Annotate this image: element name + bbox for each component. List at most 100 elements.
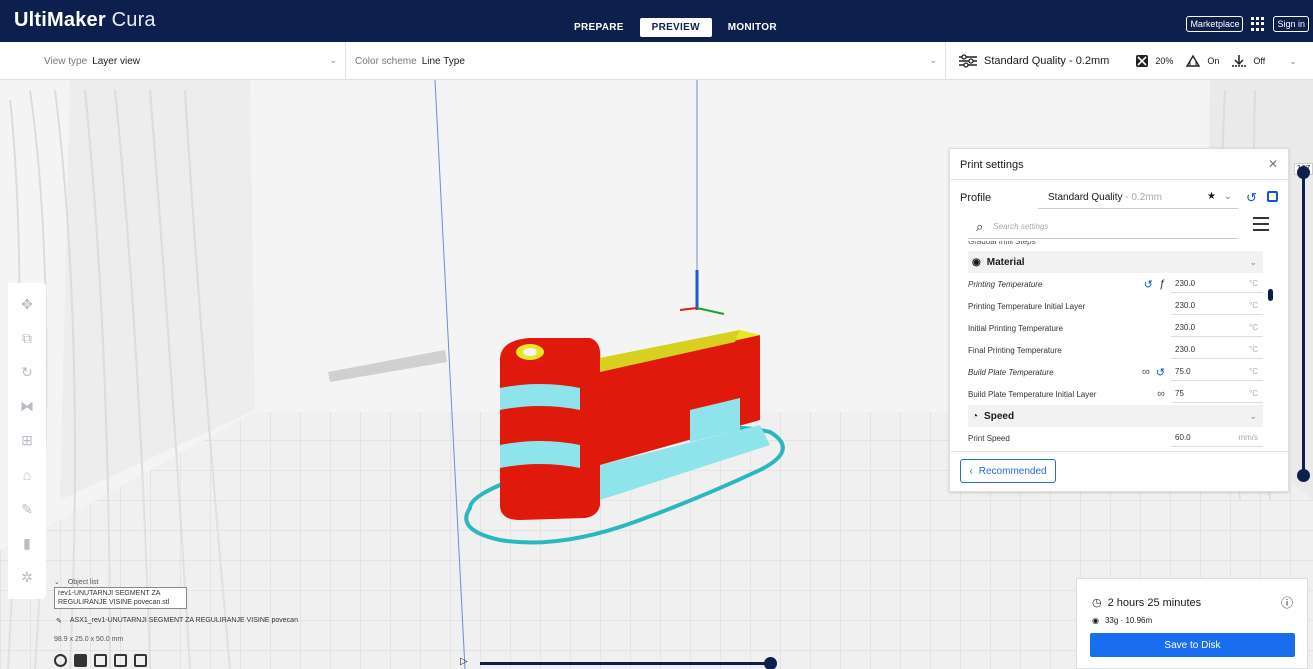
chevron-left-icon: ‹	[969, 465, 973, 477]
layer-slider-track[interactable]	[1302, 172, 1305, 476]
support-blocker-icon[interactable]: ⌂	[18, 466, 36, 484]
chevron-down-icon: ⌄	[1249, 410, 1257, 421]
apps-grid-icon[interactable]	[1251, 17, 1265, 31]
object-list-item[interactable]: rev1-UNUTARNJI SEGMENT ZA REGULIRANJE VI…	[54, 587, 187, 609]
tab-preview[interactable]: PREVIEW	[639, 18, 712, 37]
print-setup-selector[interactable]: Standard Quality - 0.2mm 20% On Off ⌄	[958, 42, 1297, 80]
clock-icon: ◷	[1092, 597, 1102, 609]
app-logo: UltiMaker Cura	[14, 9, 156, 31]
sign-in-button[interactable]: Sign in	[1273, 16, 1309, 32]
settings-menu-icon[interactable]	[1253, 217, 1269, 235]
extruder-icon[interactable]: ✲	[18, 569, 36, 587]
reset-icon[interactable]: ↺	[1156, 366, 1165, 379]
paint-icon[interactable]: ✎	[18, 500, 36, 518]
link-icon[interactable]: ∞	[1142, 366, 1150, 378]
save-profile-icon[interactable]	[1267, 191, 1278, 202]
path-slider-handle[interactable]	[764, 657, 777, 669]
view-top-icon[interactable]	[94, 654, 107, 667]
close-icon[interactable]: ✕	[1268, 157, 1278, 171]
profile-label: Profile	[960, 192, 992, 204]
output-panel: ◷ 2 hours 25 minutes ⓘ ◉ 33g · 10.96m Sa…	[1076, 578, 1308, 669]
link-icon[interactable]: ∞	[1157, 388, 1165, 400]
setting-value-input[interactable]: 75.0 °C	[1171, 363, 1263, 381]
object-name-row: ✎ ASX1_rev1-UNUTARNJI SEGMENT ZA REGULIR…	[56, 617, 298, 625]
quality-label: Standard Quality - 0.2mm	[984, 55, 1110, 67]
play-icon[interactable]: ▷	[460, 656, 468, 667]
chevron-down-icon: ⌄	[54, 579, 60, 586]
setting-value-input[interactable]: 75 °C	[1171, 385, 1263, 403]
recommended-button[interactable]: ‹ Recommended	[960, 459, 1056, 483]
adhesion-icon	[1232, 55, 1247, 67]
stage-tabs: PREPARE PREVIEW MONITOR	[558, 18, 793, 37]
setting-row: Printing Temperature Initial Layer 230.0…	[968, 295, 1263, 317]
search-icon: ⌕	[976, 218, 984, 234]
setting-value-input[interactable]: 230.0 °C	[1171, 275, 1263, 293]
setting-row: Build Plate Temperature ∞ ↺ 75.0 °C	[968, 361, 1263, 383]
category-material[interactable]: ◉ Material ⌄	[968, 251, 1263, 273]
chevron-down-icon: ⌄	[1249, 256, 1257, 267]
setting-value-input[interactable]: 60.0 mm/s	[1171, 429, 1263, 447]
profile-select[interactable]: Standard Quality - 0.2mm ★ ⌄	[1038, 189, 1238, 209]
marketplace-button[interactable]: Marketplace	[1186, 16, 1244, 32]
setting-row: Print Speed 60.0 mm/s	[968, 427, 1263, 449]
tab-monitor[interactable]: MONITOR	[712, 18, 793, 37]
setting-value-input[interactable]: 230.0 °C	[1171, 297, 1263, 315]
view-front-icon[interactable]	[74, 654, 87, 667]
chevron-down-icon: ⌄	[329, 55, 337, 65]
print-settings-panel: Print settings ✕ Profile Standard Qualit…	[949, 148, 1290, 492]
reset-icon[interactable]: ↺	[1246, 190, 1257, 206]
print-time: ◷ 2 hours 25 minutes	[1092, 596, 1202, 610]
object-list-header[interactable]: ⌄ Object list	[54, 578, 99, 586]
header-actions: Marketplace Sign in	[1186, 16, 1309, 32]
object-dimensions: 98.9 x 25.0 x 50.0 mm	[54, 636, 124, 643]
setting-row: Build Plate Temperature Initial Layer ∞ …	[968, 383, 1263, 405]
mesh-icon[interactable]: ▮	[18, 535, 36, 553]
path-slider-track[interactable]	[480, 662, 770, 665]
color-scheme-value: Line Type	[421, 55, 465, 67]
rotate-icon[interactable]: ↻	[18, 364, 36, 382]
pencil-icon[interactable]: ✎	[56, 617, 62, 625]
mirror-icon[interactable]: ⧓	[18, 398, 36, 416]
view-toolbar: View type Layer view ⌄ Color scheme Line…	[0, 42, 1313, 80]
infill-icon	[1136, 55, 1149, 67]
camera-view-buttons	[54, 654, 147, 667]
profile-row: Profile Standard Quality - 0.2mm ★ ⌄ ↺	[960, 189, 1280, 209]
left-tool-bar: ✥ ⧉ ↻ ⧓ ⊞ ⌂ ✎ ▮ ✲	[8, 283, 46, 599]
view-type-value: Layer view	[92, 55, 140, 67]
chevron-down-icon: ⌄	[1223, 191, 1232, 202]
infill-value: 20%	[1155, 56, 1174, 66]
panel-title: Print settings	[960, 159, 1024, 171]
setting-row: Initial Printing Temperature 230.0 °C	[968, 317, 1263, 339]
setting-row: Final Printing Temperature 230.0 °C	[968, 339, 1263, 361]
adhesion-value: Off	[1253, 56, 1266, 66]
layer-slider-top-handle[interactable]	[1297, 166, 1310, 179]
tab-prepare[interactable]: PREPARE	[558, 18, 640, 37]
function-icon[interactable]: ƒ	[1159, 278, 1165, 290]
setting-value-input[interactable]: 230.0 °C	[1171, 341, 1263, 359]
view-right-icon[interactable]	[134, 654, 147, 667]
view-3d-icon[interactable]	[54, 654, 67, 667]
settings-sliders-icon	[959, 54, 977, 68]
star-icon[interactable]: ★	[1207, 191, 1216, 202]
layer-slider-bottom-handle[interactable]	[1297, 469, 1310, 482]
clipped-setting-row: Gradual Infill Steps	[968, 241, 1036, 246]
setting-value-input[interactable]: 230.0 °C	[1171, 319, 1263, 337]
material-icon: ◉	[972, 256, 981, 268]
view-left-icon[interactable]	[114, 654, 127, 667]
move-icon[interactable]: ✥	[18, 295, 36, 313]
speed-icon: ◔	[972, 410, 979, 422]
reset-icon[interactable]: ↺	[1144, 278, 1153, 291]
category-speed[interactable]: ◔ Speed ⌄	[968, 405, 1263, 427]
settings-scrollbar[interactable]	[1268, 289, 1273, 301]
material-estimate: ◉ 33g · 10.96m	[1092, 616, 1153, 625]
view-type-select[interactable]: View type Layer view ⌄	[0, 42, 346, 80]
color-scheme-select[interactable]: Color scheme Line Type ⌄	[346, 42, 946, 80]
info-icon[interactable]: ⓘ	[1281, 594, 1293, 611]
search-settings-input[interactable]: ⌕ Search settings	[968, 215, 1238, 239]
per-model-settings-icon[interactable]: ⊞	[18, 432, 36, 450]
scale-icon[interactable]: ⧉	[18, 329, 36, 347]
chevron-down-icon: ⌄	[929, 55, 937, 65]
save-to-disk-button[interactable]: Save to Disk	[1090, 633, 1295, 657]
support-value: On	[1207, 56, 1220, 66]
setting-row: Printing Temperature ↺ ƒ 230.0 °C	[968, 273, 1263, 295]
